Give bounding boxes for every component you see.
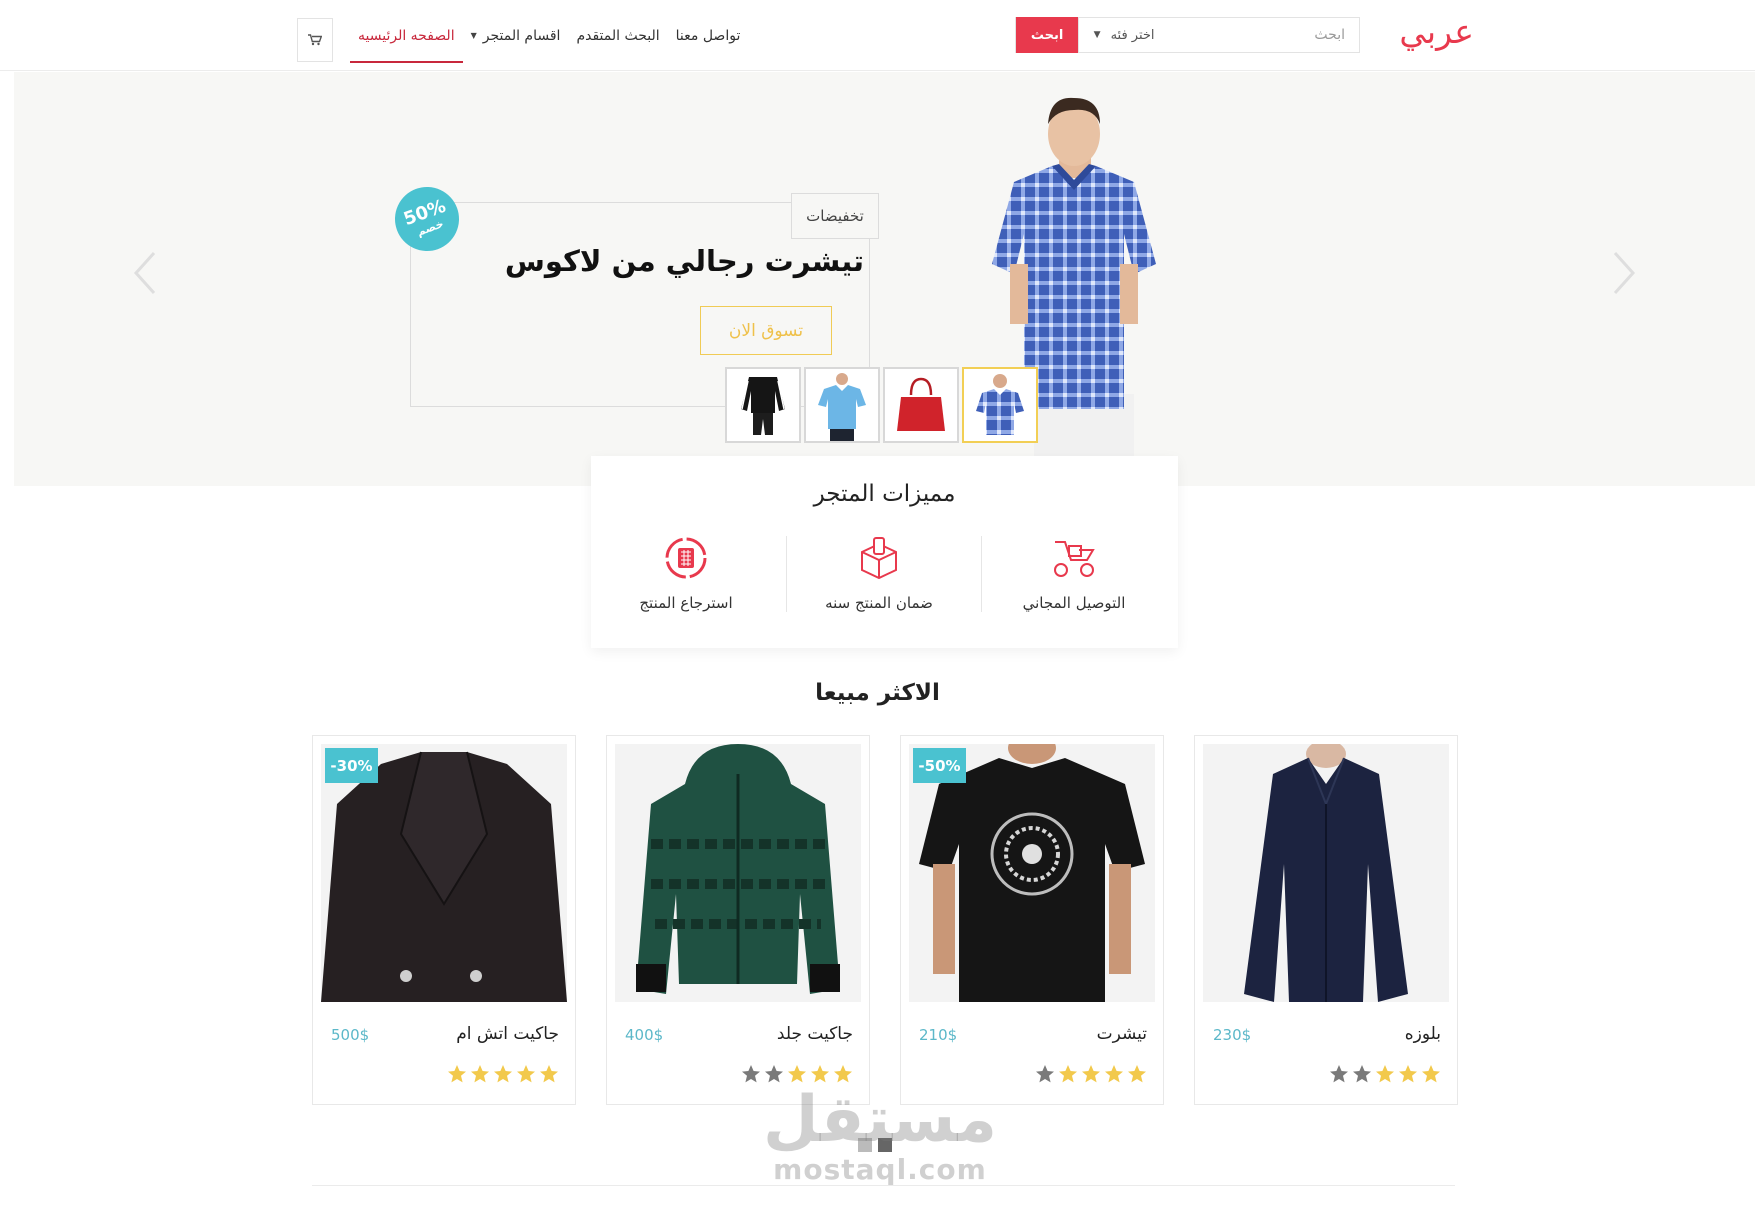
product-price: 400$ <box>625 1026 664 1044</box>
thumb-plaid-shirt[interactable] <box>962 367 1038 443</box>
feature-label: ضمان المنتج سنه <box>825 594 933 612</box>
promo-title: تيشرت رجالي من لاكوس <box>504 244 864 278</box>
hero-slider: تخفيضات تيشرت رجالي من لاكوس تسوق الان 5… <box>14 72 1755 486</box>
star-filled-icon <box>540 1065 558 1083</box>
product-name: جاكيت اتش ام <box>456 1024 559 1044</box>
star-filled-icon <box>448 1065 466 1083</box>
feature-divider <box>981 536 982 612</box>
feature-returns: استرجاع المنتج <box>591 536 781 616</box>
blouse-image <box>1203 744 1449 1002</box>
rating-stars <box>1035 1064 1147 1084</box>
star-empty-icon <box>1036 1065 1054 1083</box>
nav-item-label: الصفحه الرئيسيه <box>358 27 455 44</box>
blue-polo-image <box>818 373 866 441</box>
feature-label: التوصيل المجاني <box>1022 594 1126 612</box>
rating-stars <box>1329 1064 1441 1084</box>
nav-item-contact[interactable]: تواصل معنا <box>668 0 749 71</box>
cart-button[interactable] <box>297 18 333 62</box>
star-filled-icon <box>1105 1065 1123 1083</box>
shop-now-button[interactable]: تسوق الان <box>700 306 832 355</box>
nav-item-advanced-search[interactable]: البحث المتقدم <box>568 0 667 71</box>
feature-divider <box>786 536 787 612</box>
best-sellers-title: الاكثر مبيعا <box>815 680 940 706</box>
store-features: مميزات المتجر التوصيل المجاني ضمان المنت… <box>591 456 1178 648</box>
search-input[interactable] <box>1169 18 1359 52</box>
product-name: بلوزه <box>1404 1024 1441 1044</box>
product-price: 230$ <box>1213 1026 1252 1044</box>
features-title: مميزات المتجر <box>813 481 956 507</box>
delivery-scooter-icon <box>1054 541 1095 577</box>
star-empty-icon <box>742 1065 760 1083</box>
star-filled-icon <box>1128 1065 1146 1083</box>
return-icon <box>665 537 707 579</box>
nav-item-label: اقسام المتجر <box>482 27 561 44</box>
star-empty-icon <box>1330 1065 1348 1083</box>
product-card[interactable]: بلوزه 230$ <box>1194 735 1458 1105</box>
search-bar: اختر فئه ▼ ابحث <box>1015 17 1360 53</box>
product-card[interactable]: جاكيت جلد 400$ <box>606 735 870 1105</box>
plaid-shirt-image <box>976 374 1024 435</box>
chevron-down-icon: ▼ <box>470 31 477 40</box>
pager-dot-active[interactable] <box>878 1138 892 1152</box>
star-empty-icon <box>1353 1065 1371 1083</box>
box-guarantee-icon <box>861 537 897 580</box>
watermark-english: mostaql.com <box>773 1153 987 1186</box>
tracksuit-image <box>741 377 785 435</box>
feature-free-delivery: التوصيل المجاني <box>979 536 1169 616</box>
carousel-pager <box>858 1138 892 1152</box>
product-price: 500$ <box>331 1026 370 1044</box>
chevron-down-icon: ▼ <box>1093 30 1101 40</box>
category-label: اختر فئه <box>1110 27 1155 43</box>
thumb-red-bag[interactable] <box>883 367 959 443</box>
star-filled-icon <box>1376 1065 1394 1083</box>
star-filled-icon <box>811 1065 829 1083</box>
category-select[interactable]: اختر فئه ▼ <box>1078 18 1169 52</box>
star-filled-icon <box>1082 1065 1100 1083</box>
product-card[interactable]: -30% جاكيت اتش ام 500$ <box>312 735 576 1105</box>
divider <box>312 1185 1455 1186</box>
star-filled-icon <box>494 1065 512 1083</box>
star-filled-icon <box>517 1065 535 1083</box>
feature-guarantee: ضمان المنتج سنه <box>784 536 974 616</box>
logo[interactable]: عربي <box>1390 12 1475 52</box>
chevron-right-icon[interactable] <box>1609 248 1639 298</box>
promo-tag: تخفيضات <box>791 193 879 239</box>
thumb-black-tracksuit[interactable] <box>725 367 801 443</box>
star-filled-icon <box>471 1065 489 1083</box>
nav-item-categories[interactable]: اقسام المتجر ▼ <box>463 0 569 71</box>
site-header: عربي اختر فئه ▼ ابحث الصفحه الرئيسيه اقس… <box>0 0 1755 71</box>
star-filled-icon <box>788 1065 806 1083</box>
product-image <box>1203 744 1449 1002</box>
star-filled-icon <box>1059 1065 1077 1083</box>
hero-thumbnails <box>725 367 1038 443</box>
jacket-image <box>615 744 861 1002</box>
cart-icon <box>308 34 322 46</box>
chevron-left-icon[interactable] <box>130 248 160 298</box>
star-empty-icon <box>765 1065 783 1083</box>
red-bag-image <box>897 377 945 431</box>
nav-item-home[interactable]: الصفحه الرئيسيه <box>350 0 463 71</box>
product-name: تيشرت <box>1096 1024 1147 1044</box>
product-image <box>615 744 861 1002</box>
sale-badge: -30% <box>325 748 378 783</box>
rating-stars <box>447 1064 559 1084</box>
main-nav: الصفحه الرئيسيه اقسام المتجر ▼ البحث الم… <box>350 0 760 71</box>
rating-stars <box>741 1064 853 1084</box>
feature-label: استرجاع المنتج <box>639 594 733 612</box>
star-filled-icon <box>1422 1065 1440 1083</box>
pager-dot[interactable] <box>858 1138 872 1152</box>
sale-badge: -50% <box>913 748 966 783</box>
product-price: 210$ <box>919 1026 958 1044</box>
thumb-blue-polo[interactable] <box>804 367 880 443</box>
nav-item-label: تواصل معنا <box>675 27 741 44</box>
nav-item-label: البحث المتقدم <box>576 27 660 44</box>
star-filled-icon <box>834 1065 852 1083</box>
product-name: جاكيت جلد <box>776 1024 853 1044</box>
star-filled-icon <box>1399 1065 1417 1083</box>
search-button[interactable]: ابحث <box>1016 17 1079 53</box>
product-card[interactable]: -50% تيشرت 210$ <box>900 735 1164 1105</box>
